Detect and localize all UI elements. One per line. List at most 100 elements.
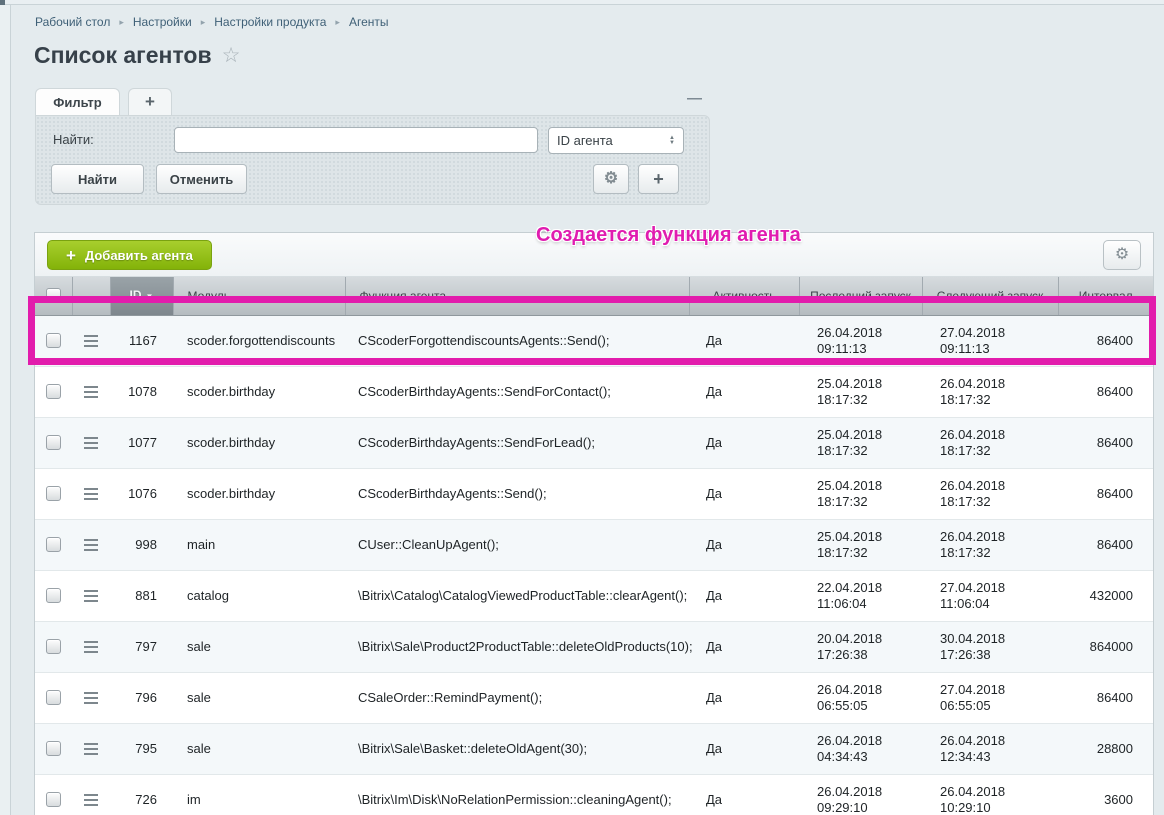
cell-active: Да: [689, 468, 799, 519]
checkbox-cell: [35, 417, 72, 468]
breadcrumb-desktop[interactable]: Рабочий стол: [35, 15, 110, 29]
row-menu-icon[interactable]: [84, 488, 98, 500]
select-all-checkbox[interactable]: [46, 288, 61, 303]
field-select[interactable]: ID агента ▲▼: [548, 127, 684, 154]
breadcrumb-separator-icon: ▸: [119, 17, 124, 28]
filter-settings-button[interactable]: ⚙: [593, 164, 629, 194]
field-select-value: ID агента: [557, 133, 613, 148]
cell-function: \Bitrix\Sale\Product2ProductTable::delet…: [345, 621, 689, 672]
add-agent-button[interactable]: + Добавить агента: [47, 240, 212, 270]
cell-last-run: 26.04.201809:11:13: [799, 315, 922, 366]
filter-tab[interactable]: Фильтр: [35, 88, 120, 115]
cell-next-run: 26.04.201818:17:32: [922, 417, 1058, 468]
cell-last-run: 26.04.201809:29:10: [799, 774, 922, 815]
cell-interval: 28800: [1058, 723, 1153, 774]
search-input[interactable]: [174, 127, 538, 153]
cell-interval: 86400: [1058, 417, 1153, 468]
header-module[interactable]: Модуль: [173, 277, 345, 315]
cell-function: \Bitrix\Catalog\CatalogViewedProductTabl…: [345, 570, 689, 621]
grid-settings-button[interactable]: ⚙: [1103, 240, 1141, 270]
header-last-run[interactable]: Последний запуск: [799, 277, 922, 315]
row-checkbox[interactable]: [46, 690, 61, 705]
cell-last-run: 22.04.201811:06:04: [799, 570, 922, 621]
cell-last-run: 26.04.201804:34:43: [799, 723, 922, 774]
row-checkbox[interactable]: [46, 435, 61, 450]
row-menu-icon[interactable]: [84, 692, 98, 704]
row-menu-icon[interactable]: [84, 386, 98, 398]
menu-cell: [72, 366, 110, 417]
cell-interval: 86400: [1058, 315, 1153, 366]
checkbox-cell: [35, 570, 72, 621]
row-checkbox[interactable]: [46, 333, 61, 348]
breadcrumb-agents[interactable]: Агенты: [349, 15, 389, 29]
menu-cell: [72, 417, 110, 468]
header-function[interactable]: Функция агента: [345, 277, 689, 315]
header-menu-cell: [72, 277, 110, 315]
cell-active: Да: [689, 366, 799, 417]
annotation-text: Создается функция агента: [536, 224, 801, 247]
cell-function: CScoderBirthdayAgents::SendForContact();: [345, 366, 689, 417]
menu-cell: [72, 519, 110, 570]
cell-active: Да: [689, 570, 799, 621]
cell-id: 1078: [110, 366, 173, 417]
row-checkbox[interactable]: [46, 384, 61, 399]
filter-add-field-button[interactable]: +: [638, 164, 679, 194]
header-id[interactable]: ID▼: [110, 277, 173, 315]
find-button[interactable]: Найти: [51, 164, 144, 194]
cell-active: Да: [689, 774, 799, 815]
row-checkbox[interactable]: [46, 486, 61, 501]
cell-id: 795: [110, 723, 173, 774]
header-interval[interactable]: Интервал: [1058, 277, 1153, 315]
breadcrumb-settings[interactable]: Настройки: [133, 15, 192, 29]
row-checkbox[interactable]: [46, 537, 61, 552]
top-strip: [0, 0, 1164, 5]
filter-minimize-icon[interactable]: —: [687, 90, 702, 107]
breadcrumb-separator-icon: ▸: [201, 17, 206, 28]
cell-interval: 86400: [1058, 519, 1153, 570]
row-menu-icon[interactable]: [84, 794, 98, 806]
gear-icon: ⚙: [604, 171, 618, 187]
row-menu-icon[interactable]: [84, 437, 98, 449]
cancel-button[interactable]: Отменить: [156, 164, 247, 194]
table-header-row: ID▼ Модуль Функция агента Активность Пос…: [35, 277, 1153, 315]
breadcrumb-product-settings[interactable]: Настройки продукта: [214, 15, 326, 29]
filter-tab-label: Фильтр: [53, 95, 102, 110]
row-menu-icon[interactable]: [84, 743, 98, 755]
cell-next-run: 26.04.201818:17:32: [922, 519, 1058, 570]
checkbox-cell: [35, 468, 72, 519]
cell-module: sale: [173, 723, 345, 774]
breadcrumb: Рабочий стол ▸ Настройки ▸ Настройки про…: [35, 15, 389, 29]
row-menu-icon[interactable]: [84, 590, 98, 602]
row-checkbox[interactable]: [46, 639, 61, 654]
menu-cell: [72, 570, 110, 621]
table-row: 881 catalog \Bitrix\Catalog\CatalogViewe…: [35, 570, 1153, 621]
add-filter-tab[interactable]: +: [128, 88, 172, 115]
cell-interval: 3600: [1058, 774, 1153, 815]
cell-id: 726: [110, 774, 173, 815]
cell-module: im: [173, 774, 345, 815]
row-menu-icon[interactable]: [84, 641, 98, 653]
row-checkbox[interactable]: [46, 588, 61, 603]
cell-active: Да: [689, 723, 799, 774]
cell-function: CScoderBirthdayAgents::Send();: [345, 468, 689, 519]
checkbox-cell: [35, 621, 72, 672]
cell-module: scoder.birthday: [173, 417, 345, 468]
row-menu-icon[interactable]: [84, 539, 98, 551]
header-active[interactable]: Активность: [689, 277, 799, 315]
row-menu-icon[interactable]: [84, 335, 98, 347]
cell-module: scoder.forgottendiscounts: [173, 315, 345, 366]
add-agent-label: Добавить агента: [85, 248, 193, 263]
favorite-star-icon[interactable]: ☆: [222, 45, 241, 66]
header-next-run[interactable]: Следующий запуск: [922, 277, 1058, 315]
cell-next-run: 27.04.201806:55:05: [922, 672, 1058, 723]
page-title: Список агентов: [34, 42, 212, 69]
checkbox-cell: [35, 315, 72, 366]
row-checkbox[interactable]: [46, 741, 61, 756]
checkbox-cell: [35, 672, 72, 723]
cell-interval: 432000: [1058, 570, 1153, 621]
cell-id: 1167: [110, 315, 173, 366]
checkbox-cell: [35, 366, 72, 417]
cell-interval: 86400: [1058, 366, 1153, 417]
cell-next-run: 26.04.201812:34:43: [922, 723, 1058, 774]
row-checkbox[interactable]: [46, 792, 61, 807]
